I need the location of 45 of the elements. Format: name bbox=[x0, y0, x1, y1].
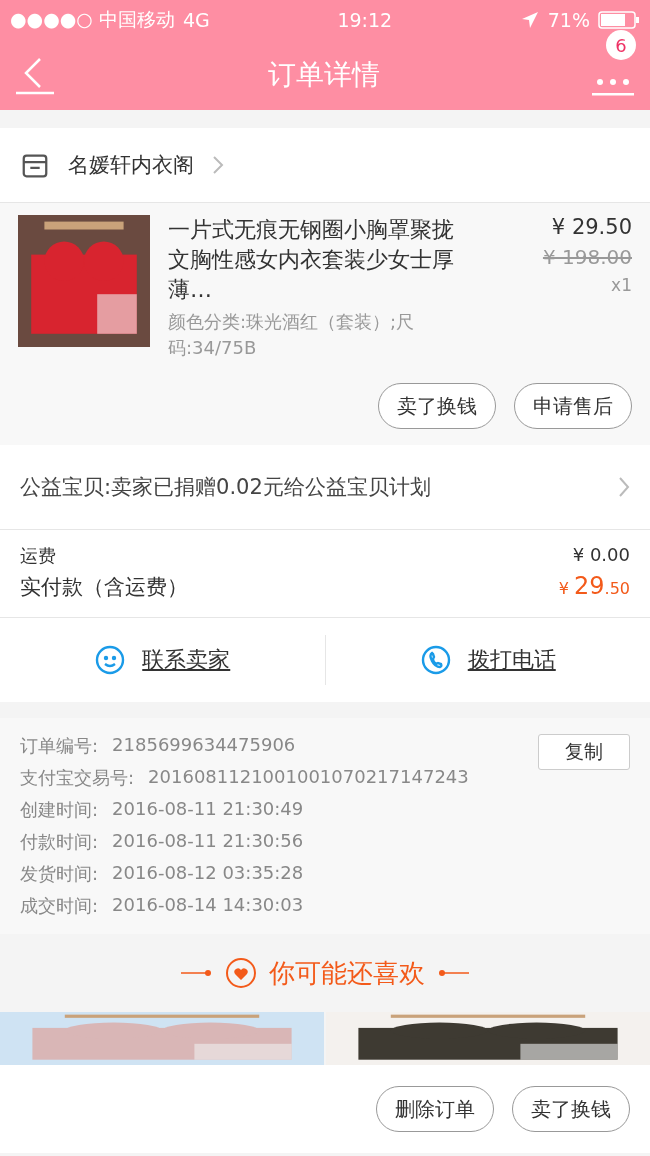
back-icon[interactable] bbox=[14, 55, 56, 95]
contact-link[interactable]: 拨打电话 bbox=[467, 645, 556, 675]
contact-link[interactable]: 联系卖家 bbox=[142, 645, 231, 675]
info-value: 2016-08-14 14:30:03 bbox=[112, 894, 304, 917]
phone-icon bbox=[419, 644, 452, 676]
quantity: x1 bbox=[611, 275, 632, 295]
chat-icon bbox=[94, 644, 127, 676]
divider-ornament bbox=[437, 969, 469, 977]
copy-button[interactable]: 复制 bbox=[538, 734, 630, 770]
info-label: 创建时间: bbox=[20, 798, 99, 822]
fee-label: 运费 bbox=[20, 544, 56, 568]
info-value: 2016-08-12 03:35:28 bbox=[112, 862, 304, 885]
network-type: 4G bbox=[182, 9, 210, 31]
divider-ornament bbox=[181, 969, 213, 977]
info-label: 发货时间: bbox=[20, 862, 99, 886]
action-button[interactable]: 卖了换钱 bbox=[512, 1086, 630, 1132]
battery-percent: 71% bbox=[547, 9, 590, 31]
action-button[interactable]: 删除订单 bbox=[376, 1086, 494, 1132]
info-value: 2016-08-11 21:30:56 bbox=[112, 830, 304, 853]
section-title: 你可能还喜欢 bbox=[269, 956, 425, 990]
carrier: ●●●●○ 中国移动 bbox=[10, 7, 175, 32]
original-price: ¥ 198.00 bbox=[542, 245, 632, 269]
notification-badge: 6 bbox=[606, 30, 636, 60]
shop-name[interactable]: 名媛轩内衣阁 bbox=[68, 151, 194, 179]
fee-value: ¥ 0.00 bbox=[572, 544, 630, 567]
price: ¥ 29.50 bbox=[551, 215, 632, 239]
info-label: 成交时间: bbox=[20, 894, 99, 918]
info-label: 付款时间: bbox=[20, 830, 99, 854]
product-title[interactable]: 一片式无痕无钢圈小胸罩聚拢文胸性感女内衣套装少女士厚薄… bbox=[168, 215, 468, 305]
action-button[interactable]: 申请售后 bbox=[514, 383, 632, 429]
battery-icon bbox=[598, 10, 640, 30]
clock: 19:12 bbox=[337, 9, 393, 31]
paid-amount: ¥ 29.50 bbox=[558, 572, 630, 600]
page-title: 订单详情 bbox=[268, 57, 380, 93]
chevron-icon bbox=[212, 155, 224, 175]
more-icon[interactable] bbox=[592, 78, 634, 96]
info-value: 2016-08-11 21:30:49 bbox=[112, 798, 304, 821]
info-value: 2016081121001001070217147243 bbox=[148, 766, 469, 789]
product-spec: 颜色分类:珠光酒红（套装）;尺码:34/75B bbox=[168, 310, 416, 360]
chevron-icon bbox=[618, 476, 630, 498]
info-value: 2185699634475906 bbox=[112, 734, 296, 757]
info-label: 支付宝交易号: bbox=[20, 766, 135, 790]
paid-label: 实付款（含运费） bbox=[20, 574, 188, 601]
action-button[interactable]: 卖了换钱 bbox=[378, 383, 496, 429]
info-label: 订单编号: bbox=[20, 734, 99, 758]
